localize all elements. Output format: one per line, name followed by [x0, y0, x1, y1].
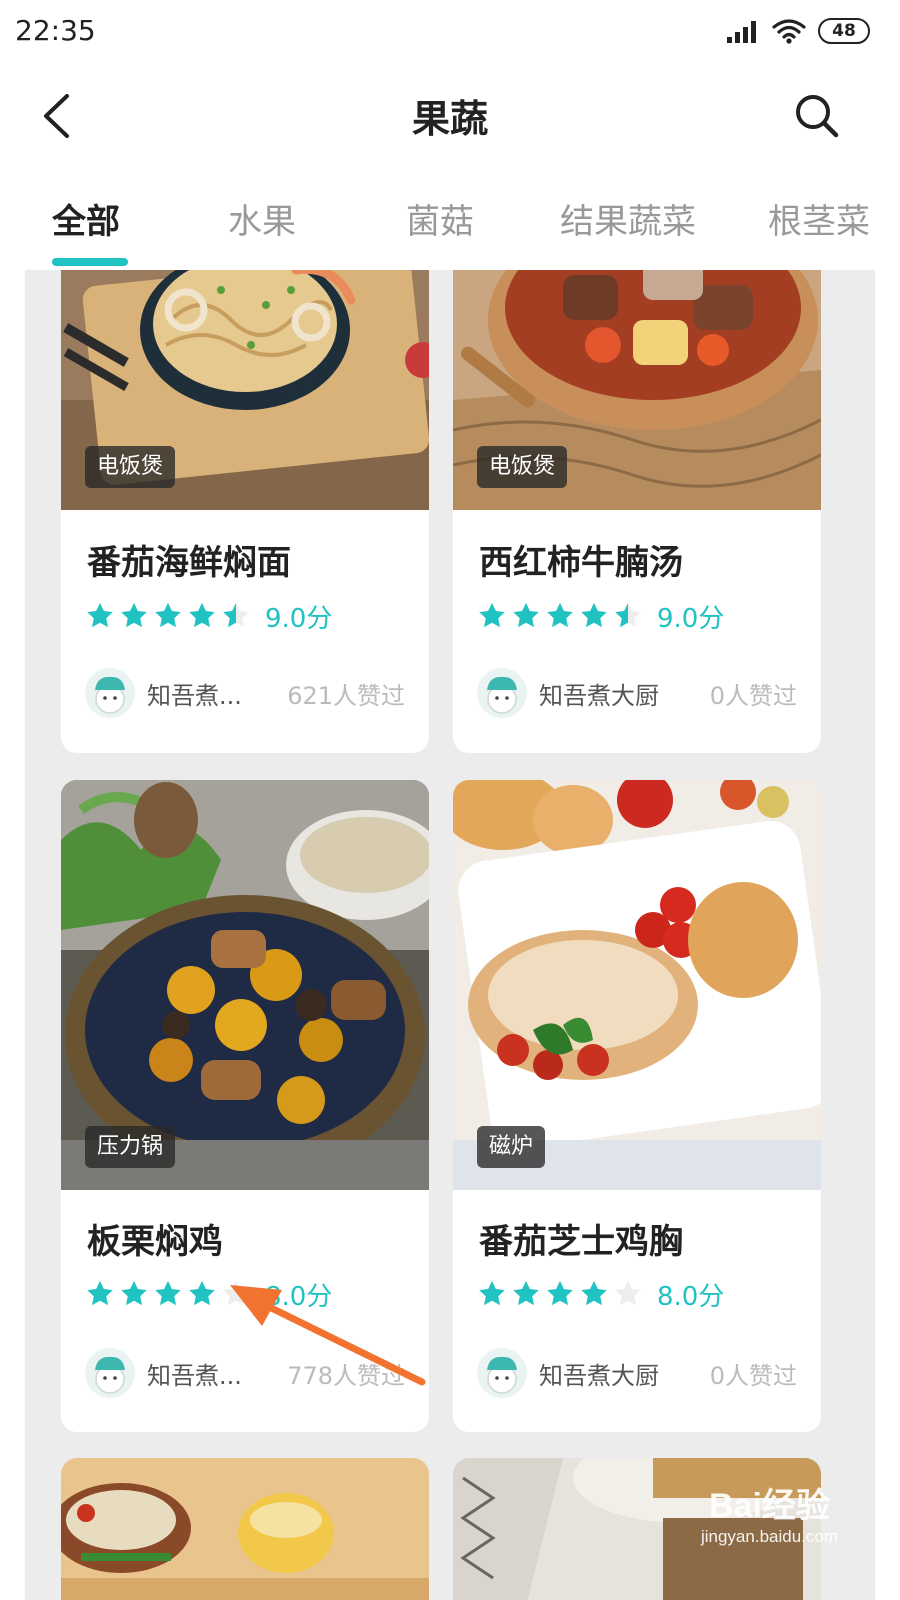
signal-icon [727, 21, 756, 43]
recipe-image [61, 1458, 429, 1600]
rating-stars: 9.0分 [477, 598, 724, 634]
status-icons: 48 [726, 16, 870, 46]
rating-score: 9.0分 [265, 603, 333, 634]
recipe-title: 番茄海鲜焖面 [87, 543, 291, 583]
rating-stars: 9.0分 [85, 598, 332, 634]
author-row: 知吾煮大厨 0人赞过 [477, 1348, 797, 1398]
watermark: Bai经验 jingyan.baidu.com [701, 1478, 838, 1547]
watermark-url: jingyan.baidu.com [700, 1527, 838, 1546]
rating-stars: 8.0分 [477, 1276, 724, 1312]
rating-score: 8.0分 [657, 1281, 725, 1312]
status-time: 22:35 [15, 14, 96, 47]
chef-avatar-icon [85, 668, 135, 718]
category-tabs: 全部 水果 菌菇 结果蔬菜 根茎菜 [0, 180, 900, 270]
search-icon [796, 95, 839, 138]
star-full-icon [479, 1280, 505, 1306]
star-full-icon [189, 1280, 215, 1306]
star-full-icon [87, 602, 113, 628]
likes-count: 0人赞过 [709, 1361, 797, 1390]
wifi-icon [772, 19, 806, 44]
star-full-icon [479, 602, 505, 628]
tab-fruit[interactable]: 水果 [228, 194, 296, 243]
page-title: 果蔬 [411, 97, 488, 141]
star-full-icon [513, 602, 539, 628]
recipe-grid: 电饭煲 番茄海鲜焖面 9.0分 知吾煮... 621人赞过 电饭煲 西红柿牛腩汤… [25, 270, 875, 1600]
recipe-card[interactable]: 电饭煲 西红柿牛腩汤 9.0分 知吾煮大厨 0人赞过 [453, 270, 821, 753]
author-row: 知吾煮大厨 0人赞过 [477, 668, 797, 718]
tab-fruiting-vegetables[interactable]: 结果蔬菜 [560, 194, 696, 243]
star-full-icon [155, 602, 181, 628]
battery-icon: 48 [818, 18, 870, 44]
nav-bar: 果蔬 [0, 70, 900, 162]
star-full-icon [547, 602, 573, 628]
rating-score: 9.0分 [657, 603, 725, 634]
cookware-tag: 压力锅 [85, 1126, 176, 1168]
search-button[interactable] [789, 88, 845, 144]
chef-avatar-icon [477, 1348, 527, 1398]
author-row: 知吾煮... 621人赞过 [85, 668, 405, 718]
rating-score: 8.0分 [265, 1281, 333, 1312]
recipe-card[interactable] [61, 1458, 429, 1600]
status-bar: 22:35 48 [0, 0, 900, 62]
chef-avatar-icon [85, 1348, 135, 1398]
tab-root-vegetables[interactable]: 根茎菜 [768, 194, 870, 243]
star-half-icon [615, 602, 641, 628]
tab-mushroom[interactable]: 菌菇 [406, 194, 474, 243]
star-full-icon [547, 1280, 573, 1306]
star-full-icon [121, 1280, 147, 1306]
tab-active-indicator [52, 258, 128, 266]
cookware-tag: 电饭煲 [85, 446, 176, 488]
likes-count: 778人赞过 [287, 1361, 405, 1390]
chef-avatar-icon [477, 668, 527, 718]
rating-stars: 8.0分 [85, 1276, 332, 1312]
star-empty-icon [223, 1280, 249, 1306]
star-full-icon [155, 1280, 181, 1306]
star-full-icon [581, 602, 607, 628]
likes-count: 0人赞过 [709, 681, 797, 710]
star-empty-icon [615, 1280, 641, 1306]
watermark-brand: Bai经验 [709, 1487, 830, 1525]
recipe-card[interactable]: 电饭煲 番茄海鲜焖面 9.0分 知吾煮... 621人赞过 [61, 270, 429, 753]
cookware-tag: 电饭煲 [477, 446, 568, 488]
recipe-title: 板栗焖鸡 [87, 1222, 223, 1262]
star-full-icon [581, 1280, 607, 1306]
recipe-card[interactable]: 压力锅 板栗焖鸡 8.0分 知吾煮... 778人赞过 [61, 780, 429, 1432]
cookware-tag: 磁炉 [477, 1126, 546, 1168]
star-half-icon [223, 602, 249, 628]
recipe-title: 番茄芝士鸡胸 [479, 1222, 683, 1262]
star-full-icon [189, 602, 215, 628]
recipe-card[interactable]: 磁炉 番茄芝士鸡胸 8.0分 知吾煮大厨 0人赞过 [453, 780, 821, 1432]
battery-level: 48 [832, 21, 856, 41]
author-name: 知吾煮... [147, 681, 242, 710]
star-full-icon [121, 602, 147, 628]
star-full-icon [513, 1280, 539, 1306]
author-name: 知吾煮大厨 [539, 681, 659, 710]
tab-all[interactable]: 全部 [52, 194, 120, 243]
author-name: 知吾煮... [147, 1361, 242, 1390]
author-row: 知吾煮... 778人赞过 [85, 1348, 405, 1398]
star-full-icon [87, 1280, 113, 1306]
recipe-title: 西红柿牛腩汤 [479, 543, 683, 583]
author-name: 知吾煮大厨 [539, 1361, 659, 1390]
likes-count: 621人赞过 [287, 681, 405, 710]
